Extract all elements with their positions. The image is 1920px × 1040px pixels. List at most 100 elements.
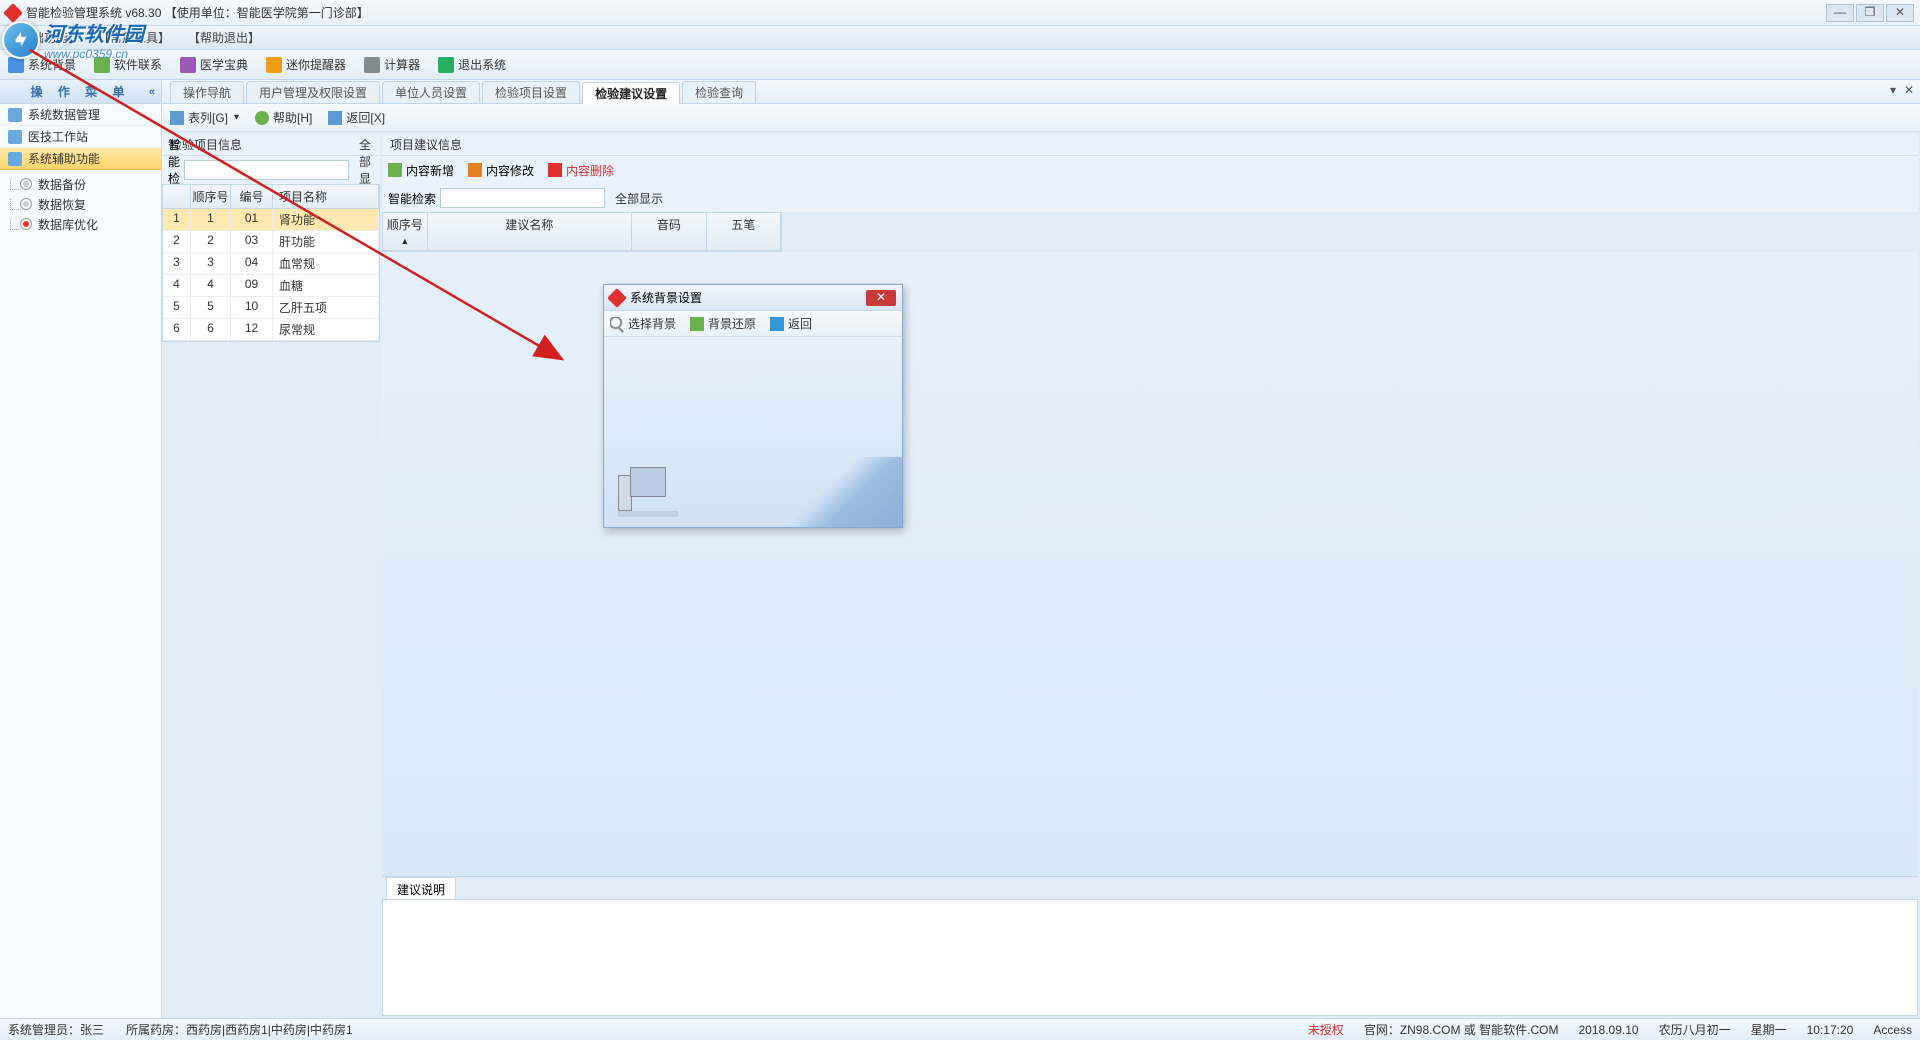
tab-nav[interactable]: 操作导航 [170,81,244,103]
sidebar-item-workstation[interactable]: 医技工作站 [0,126,161,148]
bullet-icon [20,178,32,190]
tab-advice[interactable]: 检验建议设置 [582,82,680,104]
description-box: 建议说明 [382,876,1918,1016]
status-time: 10:17:20 [1807,1023,1854,1037]
back-icon [328,111,342,125]
dialog-select-bg[interactable]: 选择背景 [610,315,676,332]
col-blank [163,185,191,208]
dialog-toolbar: 选择背景 背景还原 返回 [604,311,902,337]
bell-icon [266,57,282,73]
table-row[interactable]: 2203肝功能 [163,231,379,253]
folder-icon [8,108,22,122]
add-icon [388,163,402,177]
tree-restore[interactable]: 数据恢复 [20,194,161,214]
dialog-titlebar[interactable]: 系统背景设置 ✕ [604,285,902,311]
advice-grid: 顺序号▲ 建议名称 音码 五笔 [382,212,782,252]
hands-illustration [782,457,902,527]
folder-icon [8,152,22,166]
sidebar-collapse-icon[interactable]: « [149,86,155,98]
table-row[interactable]: 6612尿常规 [163,319,379,341]
right-panel-title: 项目建议信息 [382,134,1918,156]
toolbar-exit[interactable]: 退出系统 [438,56,506,73]
table-row[interactable]: 3304血常规 [163,253,379,275]
toolbar-background[interactable]: 系统背景 [8,56,76,73]
help-icon [255,111,269,125]
status-dept: 所属药房：西药房|西药房1|中药房|中药房1 [126,1021,353,1038]
menu-basic[interactable]: 【基础功能】 [8,29,80,46]
sidebar-item-data-manage[interactable]: 系统数据管理 [0,104,161,126]
status-auth: 未授权 [1308,1021,1344,1038]
left-search-input[interactable] [184,160,349,180]
sub-toolbar: 表列[G]▾ 帮助[H] 返回[X] [162,104,1920,132]
desc-body[interactable] [382,899,1918,1016]
back-icon [770,317,784,331]
subtb-back[interactable]: 返回[X] [328,109,385,126]
right-showall-button[interactable]: 全部显示 [609,188,669,209]
toolbar-reminder[interactable]: 迷你提醒器 [266,56,346,73]
minimize-button[interactable]: — [1826,4,1854,22]
sidebar: 操 作 菜 单 « 系统数据管理 医技工作站 系统辅助功能 数据备份 数据恢复 … [0,80,162,1018]
tab-dropdown-icon[interactable]: ▾ [1886,84,1900,98]
book-icon [180,57,196,73]
status-week: 星期一 [1751,1021,1787,1038]
table-row[interactable]: 5510乙肝五项 [163,297,379,319]
folder-icon [8,130,22,144]
menu-help[interactable]: 【帮助退出】 [188,29,260,46]
left-panel-title: 检验项目信息 [162,134,380,156]
dialog-back[interactable]: 返回 [770,315,812,332]
sidebar-tree: 数据备份 数据恢复 数据库优化 [0,170,161,238]
dialog-icon [607,288,627,308]
tab-units[interactable]: 单位人员设置 [382,81,480,103]
status-admin: 系统管理员：张三 [8,1021,104,1038]
toolbar-contact[interactable]: 软件联系 [94,56,162,73]
desc-tab[interactable]: 建议说明 [386,877,456,899]
tree-optimize[interactable]: 数据库优化 [20,214,161,234]
computer-icon [618,467,678,517]
g2-col-py: 音码 [632,213,706,250]
window-controls: — ❐ ✕ [1826,4,1914,22]
content-area: 操作导航 用户管理及权限设置 单位人员设置 检验项目设置 检验建议设置 检验查询… [162,80,1920,1018]
link-icon [94,57,110,73]
status-date: 2018.09.10 [1579,1023,1639,1037]
tab-users[interactable]: 用户管理及权限设置 [246,81,380,103]
edit-icon [468,163,482,177]
action-add[interactable]: 内容新增 [388,162,454,179]
toolbar-calculator[interactable]: 计算器 [364,56,420,73]
status-lunar: 农历八月初一 [1659,1021,1731,1038]
bullet-icon [20,218,32,230]
search-icon [610,317,624,331]
calculator-icon [364,57,380,73]
status-bar: 系统管理员：张三 所属药房：西药房|西药房1|中药房|中药房1 未授权 官网：Z… [0,1018,1920,1040]
toolbar-medical[interactable]: 医学宝典 [180,56,248,73]
dialog-restore-bg[interactable]: 背景还原 [690,315,756,332]
delete-icon [548,163,562,177]
sidebar-item-assist[interactable]: 系统辅助功能 [0,148,161,170]
maximize-button[interactable]: ❐ [1856,4,1884,22]
app-icon [3,3,23,23]
table-row[interactable]: 4409血糖 [163,275,379,297]
dialog-preview [604,337,902,527]
g2-col-name: 建议名称 [428,213,633,250]
menu-tools[interactable]: 【常用工具】 [98,29,170,46]
dialog-title: 系统背景设置 [630,289,702,306]
subtb-columns[interactable]: 表列[G]▾ [170,109,239,126]
right-search-input[interactable] [440,188,605,208]
close-button[interactable]: ✕ [1886,4,1914,22]
col-code: 编号 [231,185,273,208]
right-panel: 项目建议信息 内容新增 内容修改 内容删除 智能检索 全部显示 顺序号▲ 建议名… [382,134,1918,1016]
g2-col-wb: 五笔 [707,213,781,250]
titlebar: 智能检验管理系统 v68.30 【使用单位：智能医学院第一门诊部】 — ❐ ✕ [0,0,1920,26]
dialog-close-button[interactable]: ✕ [866,290,896,306]
tab-query[interactable]: 检验查询 [682,81,756,103]
tab-items[interactable]: 检验项目设置 [482,81,580,103]
subtb-help[interactable]: 帮助[H] [255,109,312,126]
g2-col-seq: 顺序号▲ [383,213,428,250]
tab-close-icon[interactable]: ✕ [1902,84,1916,98]
grid-icon [170,111,184,125]
action-edit[interactable]: 内容修改 [468,162,534,179]
tree-backup[interactable]: 数据备份 [20,174,161,194]
action-delete[interactable]: 内容删除 [548,162,614,179]
table-row[interactable]: 1101肾功能 [163,209,379,231]
bullet-icon [20,198,32,210]
main-toolbar: 系统背景 软件联系 医学宝典 迷你提醒器 计算器 退出系统 [0,50,1920,80]
